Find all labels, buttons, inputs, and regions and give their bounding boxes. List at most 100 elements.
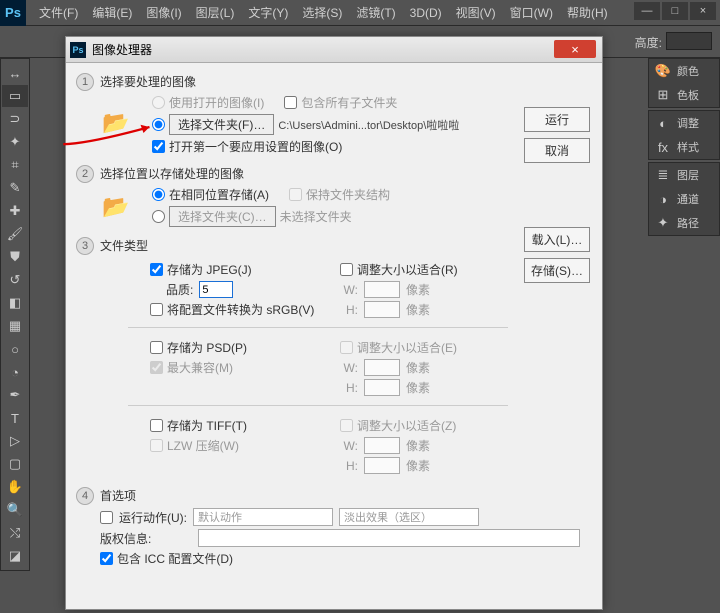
type-tool-icon[interactable]: T [2,407,28,429]
heal-tool-icon[interactable]: ✚ [2,200,28,222]
same-location-radio[interactable] [152,188,165,201]
jpeg-resize-label: 调整大小以适合(R) [357,261,458,278]
channels-icon: ◑ [655,191,671,207]
swap-colors-icon[interactable]: ⤭ [2,522,28,544]
panel-styles[interactable]: fx样式 [649,135,719,159]
hand-tool-icon[interactable]: ✋ [2,476,28,498]
marquee-tool-icon[interactable]: ▭ [2,85,28,107]
pen-tool-icon[interactable]: ✒ [2,384,28,406]
path-tool-icon[interactable]: ▷ [2,430,28,452]
folder-icon[interactable]: 📂 [100,192,132,222]
dialog-titlebar[interactable]: Ps 图像处理器 × [66,37,602,63]
menu-view[interactable]: 视图(V) [449,4,503,21]
zoom-tool-icon[interactable]: 🔍 [2,499,28,521]
convert-srgb-checkbox[interactable] [150,303,163,316]
folder-open-icon[interactable]: 📂 [100,108,132,138]
panel-channels-label: 通道 [677,191,699,207]
tiff-w-input [364,437,400,454]
minimize-button[interactable]: — [634,2,660,20]
eraser-tool-icon[interactable]: ◧ [2,292,28,314]
psd-h-input [364,379,400,396]
save-jpeg-checkbox[interactable] [150,263,163,276]
px-label: 像素 [406,457,430,474]
h-label: H: [340,381,358,395]
stamp-tool-icon[interactable]: ⛊ [2,246,28,268]
history-brush-icon[interactable]: ↺ [2,269,28,291]
px-label: 像素 [406,359,430,376]
section-destination: 2 选择位置以存储处理的图像 📂 在相同位置存储(A) 保持文件夹结构 选择文件… [78,165,590,227]
run-action-label: 运行动作(U): [119,509,187,526]
section-filetype: 3 文件类型 存储为 JPEG(J) 品质: 将配置文件转换为 sRGB(V) … [78,237,590,477]
blur-tool-icon[interactable]: ○ [2,338,28,360]
section-destination-title: 选择位置以存储处理的图像 [100,165,590,182]
select-folder-radio[interactable] [152,118,165,131]
quality-input[interactable] [199,281,233,298]
fg-bg-colors-icon[interactable]: ◪ [2,545,28,567]
panel-paths[interactable]: ✦路径 [649,211,719,235]
run-action-checkbox[interactable] [100,511,113,524]
include-icc-checkbox[interactable] [100,552,113,565]
save-tiff-label: 存储为 TIFF(T) [167,417,247,434]
px-label: 像素 [406,281,430,298]
paths-icon: ✦ [655,215,671,231]
tool-palette: ↔ ▭ ⊃ ✦ ⌗ ✎ ✚ 🖌 ⛊ ↺ ◧ ▦ ○ ◔ ✒ T ▷ ▢ ✋ 🔍 … [0,58,30,571]
section-prefs-title: 首选项 [100,487,590,504]
panel-channels[interactable]: ◑ 通道 [649,187,719,211]
panel-layers[interactable]: ≣图层 [649,163,719,187]
crop-tool-icon[interactable]: ⌗ [2,154,28,176]
menu-filter[interactable]: 滤镜(T) [349,4,402,21]
tiff-resize-checkbox [340,419,353,432]
panel-color-label: 颜色 [677,63,699,79]
shape-tool-icon[interactable]: ▢ [2,453,28,475]
open-first-checkbox[interactable] [152,140,165,153]
panel-swatches-label: 色板 [677,87,699,103]
menu-select[interactable]: 选择(S) [295,4,349,21]
jpeg-resize-checkbox[interactable] [340,263,353,276]
dest-select-folder-button[interactable]: 选择文件夹(C)… [169,206,276,227]
move-tool-icon[interactable]: ↔ [2,62,28,84]
dest-select-folder-radio[interactable] [152,210,165,223]
eyedropper-tool-icon[interactable]: ✎ [2,177,28,199]
panel-adjust-label: 调整 [677,115,699,131]
menu-edit[interactable]: 编辑(E) [85,4,139,21]
wand-tool-icon[interactable]: ✦ [2,131,28,153]
panel-swatches[interactable]: ⊞色板 [649,83,719,107]
step-3-badge: 3 [76,237,94,255]
psd-resize-label: 调整大小以适合(E) [357,339,457,356]
menu-type[interactable]: 文字(Y) [241,4,295,21]
save-tiff-checkbox[interactable] [150,419,163,432]
dialog-close-button[interactable]: × [554,40,596,58]
gradient-tool-icon[interactable]: ▦ [2,315,28,337]
include-subfolders-label: 包含所有子文件夹 [301,94,397,111]
menu-3d[interactable]: 3D(D) [403,6,449,20]
height-label: 高度: [635,34,662,51]
select-folder-button[interactable]: 选择文件夹(F)… [169,114,274,135]
menu-layer[interactable]: 图层(L) [189,4,242,21]
jpeg-h-input [364,301,400,318]
menu-help[interactable]: 帮助(H) [560,4,615,21]
ps-logo: Ps [0,0,26,26]
psd-resize-checkbox [340,341,353,354]
lasso-tool-icon[interactable]: ⊃ [2,108,28,130]
include-subfolders-checkbox[interactable] [284,96,297,109]
jpeg-w-input [364,281,400,298]
brush-tool-icon[interactable]: 🖌 [2,223,28,245]
step-1-badge: 1 [76,73,94,91]
panel-adjust[interactable]: ◐调整 [649,111,719,135]
keep-structure-label: 保持文件夹结构 [306,186,390,203]
menu-file[interactable]: 文件(F) [32,4,85,21]
same-location-label: 在相同位置存储(A) [169,186,269,203]
height-input[interactable] [666,32,712,50]
lzw-label: LZW 压缩(W) [167,437,239,454]
menu-image[interactable]: 图像(I) [139,4,188,21]
copyright-input[interactable] [198,529,580,547]
close-button[interactable]: × [690,2,716,20]
dodge-tool-icon[interactable]: ◔ [2,361,28,383]
window-controls: — □ × [634,2,716,20]
tiff-h-input [364,457,400,474]
save-psd-checkbox[interactable] [150,341,163,354]
menu-window[interactable]: 窗口(W) [503,4,560,21]
maximize-button[interactable]: □ [662,2,688,20]
panel-color[interactable]: 🎨颜色 [649,59,719,83]
panel-styles-label: 样式 [677,139,699,155]
